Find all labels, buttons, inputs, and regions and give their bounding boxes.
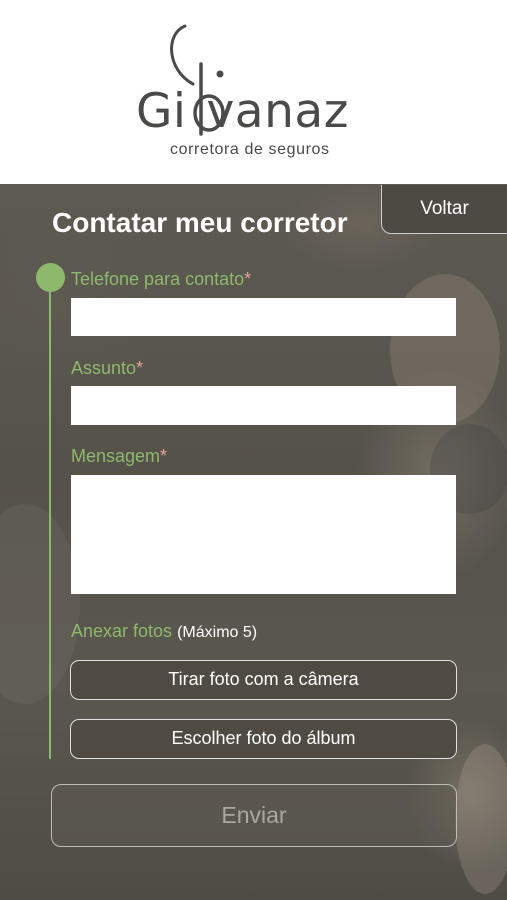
attach-label-text: Anexar fotos <box>71 621 173 641</box>
message-required-mark: * <box>160 446 168 466</box>
take-photo-button[interactable]: Tirar foto com a câmera <box>70 660 457 700</box>
attach-label: Anexar fotos (Máximo 5) <box>71 621 257 642</box>
choose-album-photo-button[interactable]: Escolher foto do álbum <box>70 719 457 759</box>
message-label-text: Mensagem <box>71 446 161 466</box>
phone-label-text: Telefone para contato <box>71 269 245 289</box>
timeline-line <box>49 284 51 759</box>
brand-name: Gi vanaz <box>136 84 349 139</box>
phone-required-mark: * <box>244 269 252 289</box>
message-textarea[interactable] <box>71 475 456 594</box>
subject-label-text: Assunto <box>71 358 137 378</box>
phone-label: Telefone para contato* <box>71 269 251 290</box>
contact-panel: Contatar meu corretor Voltar Telefone pa… <box>0 184 507 900</box>
page-title: Contatar meu corretor <box>52 207 348 238</box>
brand-name-left: Gi <box>136 84 187 139</box>
brand-name-right: vanaz <box>206 84 349 139</box>
brand-tagline: corretora de seguros <box>170 141 330 158</box>
subject-label: Assunto* <box>71 358 143 379</box>
back-button[interactable]: Voltar <box>381 185 507 234</box>
subject-required-mark: * <box>136 358 144 378</box>
message-label: Mensagem* <box>71 446 167 467</box>
subject-input[interactable] <box>71 386 456 425</box>
attach-limit-note: (Máximo 5) <box>177 624 258 641</box>
submit-button[interactable]: Enviar <box>51 784 457 847</box>
phone-input[interactable] <box>71 298 456 336</box>
app-header: Gi vanaz corretora de seguros <box>0 0 507 184</box>
